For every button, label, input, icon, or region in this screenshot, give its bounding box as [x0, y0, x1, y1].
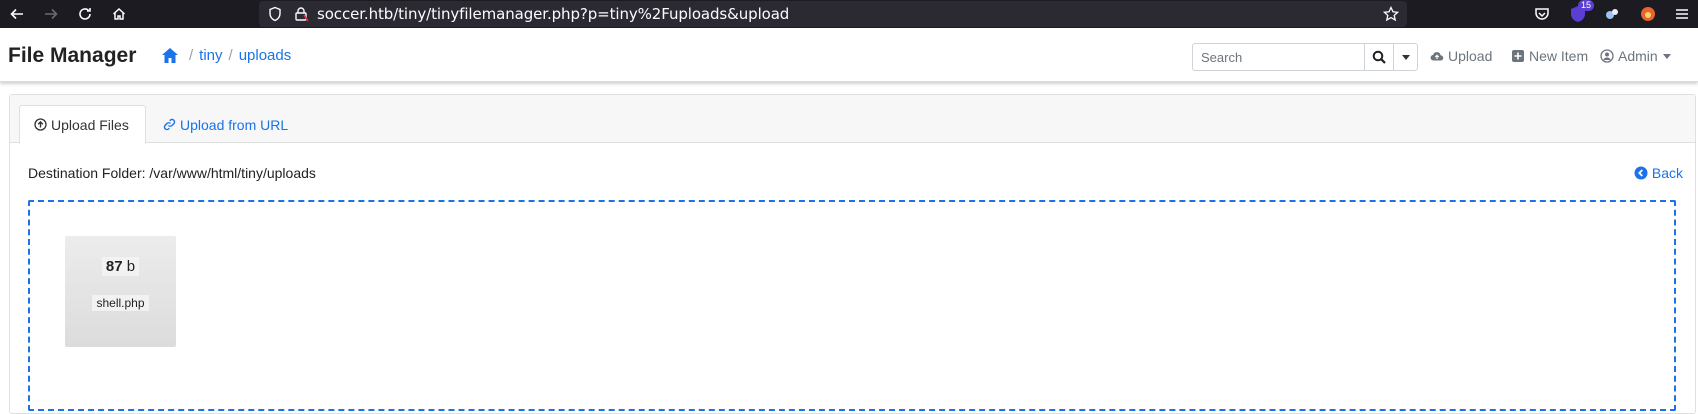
browser-toolbar: soccer.htb/tiny/tinyfilemanager.php?p=ti…: [0, 0, 1698, 28]
search-input[interactable]: [1192, 43, 1364, 71]
extension-badge: 15: [1578, 0, 1595, 11]
caret-down-icon: [1662, 53, 1671, 59]
breadcrumb-item-tiny[interactable]: tiny: [199, 47, 222, 64]
admin-menu[interactable]: Admin: [1600, 48, 1671, 64]
home-icon[interactable]: [102, 0, 136, 28]
url-text[interactable]: soccer.htb/tiny/tinyfilemanager.php?p=ti…: [317, 5, 789, 23]
search-group: [1192, 43, 1418, 71]
breadcrumb-separator: /: [189, 47, 194, 64]
new-item-button[interactable]: New Item: [1511, 48, 1588, 64]
breadcrumb-separator: /: [228, 47, 233, 64]
forward-arrow-icon[interactable]: [34, 0, 68, 28]
file-preview[interactable]: 87 b shell.php: [65, 236, 176, 347]
caret-down-icon: [1401, 54, 1410, 60]
tab-upload-from-url-label: Upload from URL: [180, 116, 289, 133]
upload-label: Upload: [1448, 48, 1493, 64]
file-size: 87 b: [65, 257, 176, 276]
link-icon: [163, 118, 176, 131]
tab-upload-from-url[interactable]: Upload from URL: [149, 105, 302, 144]
extension-puzzle-icon[interactable]: [1602, 4, 1622, 24]
destination-folder: Destination Folder: /var/www/html/tiny/u…: [28, 165, 316, 181]
file-size-value: 87: [105, 258, 123, 275]
upload-button[interactable]: Upload: [1430, 48, 1492, 64]
upload-dropzone[interactable]: 87 b shell.php: [28, 200, 1676, 411]
pocket-icon[interactable]: [1532, 4, 1552, 24]
extension-shield-icon[interactable]: 15: [1568, 0, 1595, 24]
back-arrow-icon[interactable]: [0, 0, 34, 28]
menu-hamburger-icon[interactable]: [1672, 4, 1692, 24]
plus-square-icon: [1512, 50, 1524, 62]
breadcrumb-item-uploads[interactable]: uploads: [239, 47, 292, 64]
file-size-unit: b: [126, 258, 136, 275]
tab-upload-files-label: Upload Files: [51, 116, 129, 133]
breadcrumb: / tiny / uploads: [161, 47, 291, 64]
file-name-text: shell.php: [92, 295, 149, 311]
reload-icon[interactable]: [68, 0, 102, 28]
url-bar[interactable]: soccer.htb/tiny/tinyfilemanager.php?p=ti…: [259, 1, 1407, 27]
search-dropdown-button[interactable]: [1394, 43, 1418, 71]
chevron-circle-left-icon: [1634, 166, 1648, 180]
cloud-upload-icon: [1430, 52, 1444, 61]
search-button[interactable]: [1364, 43, 1394, 71]
new-item-label: New Item: [1529, 48, 1589, 64]
arrow-circle-up-icon: [34, 118, 47, 131]
back-link[interactable]: Back: [1634, 165, 1683, 181]
brand-title[interactable]: File Manager: [8, 44, 136, 68]
lock-warning-icon[interactable]: [293, 6, 309, 22]
admin-label: Admin: [1618, 48, 1658, 64]
search-icon: [1372, 50, 1386, 64]
upload-card: Upload Files Upload from URL Destination…: [9, 94, 1696, 414]
back-label: Back: [1651, 165, 1683, 181]
card-tabs: Upload Files Upload from URL: [10, 95, 1695, 144]
user-circle-icon: [1600, 49, 1614, 63]
file-name: shell.php: [65, 294, 176, 312]
bookmark-star-icon[interactable]: [1383, 6, 1399, 22]
extension-fox-icon[interactable]: [1638, 4, 1658, 24]
shield-icon[interactable]: [267, 6, 283, 22]
tab-upload-files[interactable]: Upload Files: [19, 105, 146, 144]
app-navbar: File Manager / tiny / uploads Upload New…: [0, 28, 1698, 82]
home-icon[interactable]: [161, 47, 179, 64]
